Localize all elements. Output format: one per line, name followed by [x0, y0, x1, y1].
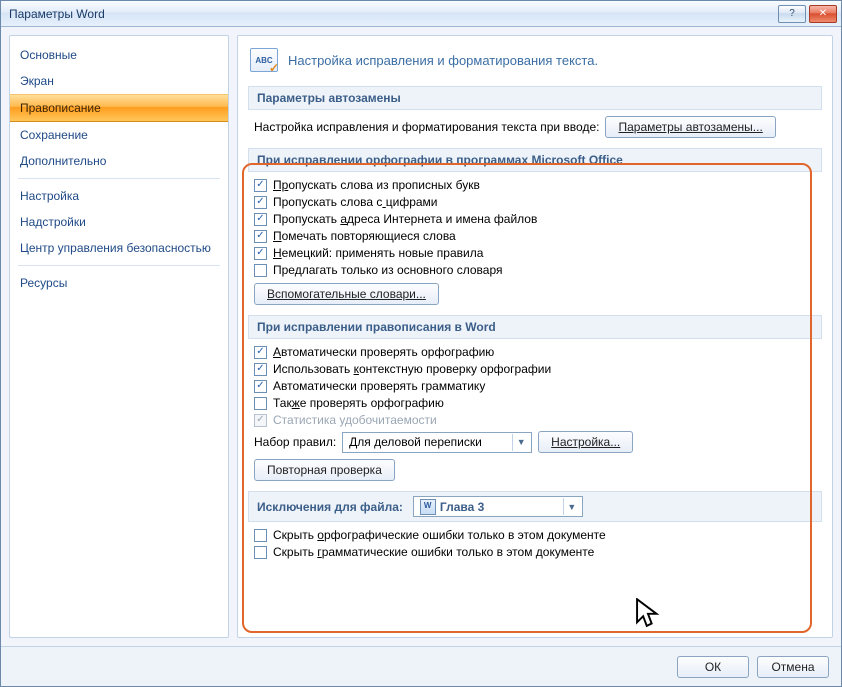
sidebar-item-7[interactable]: Центр управления безопасностью	[10, 235, 228, 261]
spo-label-5: Предлагать только из основного словаря	[273, 263, 502, 277]
chevron-down-icon: ▼	[512, 434, 529, 451]
spo-row-2: ✓ Пропускать адреса Интернета и имена фай…	[254, 212, 822, 226]
spw-row-3: Также проверять орфографию	[254, 396, 822, 410]
sidebar: ОсновныеЭкранПравописаниеСохранениеДопол…	[9, 35, 229, 638]
ok-button[interactable]: ОК	[677, 656, 749, 678]
exceptions-label: Исключения для файла:	[257, 500, 403, 514]
ruleset-dropdown[interactable]: Для деловой переписки ▼	[342, 432, 532, 453]
autocorrect-desc: Настройка исправления и форматирования т…	[254, 120, 599, 134]
spw-checkbox-2[interactable]: ✓	[254, 380, 267, 393]
spw-label-2: Автоматически проверять грамматику	[273, 379, 485, 393]
exc-label-0: Скрыть орфографические ошибки только в э…	[273, 528, 606, 542]
sidebar-item-6[interactable]: Надстройки	[10, 209, 228, 235]
spo-row-5: Предлагать только из основного словаря	[254, 263, 822, 277]
ruleset-label: Набор правил:	[254, 435, 336, 449]
spo-label-3: Помечать повторяющиеся слова	[273, 229, 456, 243]
ruleset-settings-button[interactable]: Настройка...	[538, 431, 633, 453]
sidebar-item-8[interactable]: Ресурсы	[10, 270, 228, 296]
spw-checkbox-0[interactable]: ✓	[254, 346, 267, 359]
exceptions-file-dropdown[interactable]: Глава 3 ▼	[413, 496, 583, 517]
spo-checkbox-3[interactable]: ✓	[254, 230, 267, 243]
section-spelling-word: При исправлении правописания в Word	[248, 315, 822, 339]
spo-row-1: ✓ Пропускать слова с цифрами	[254, 195, 822, 209]
cancel-button[interactable]: Отмена	[757, 656, 829, 678]
autocorrect-row: Настройка исправления и форматирования т…	[254, 116, 822, 138]
spo-row-0: ✓ Пропускать слова из прописных букв	[254, 178, 822, 192]
titlebar: Параметры Word ? ✕	[1, 1, 841, 27]
window-title: Параметры Word	[9, 7, 775, 21]
spo-checkbox-0[interactable]: ✓	[254, 179, 267, 192]
sidebar-item-4[interactable]: Дополнительно	[10, 148, 228, 174]
spo-checkbox-4[interactable]: ✓	[254, 247, 267, 260]
sidebar-separator	[18, 265, 220, 266]
spw-checkbox-3[interactable]	[254, 397, 267, 410]
page-header: ABC Настройка исправления и форматирован…	[248, 44, 822, 82]
spo-label-2: Пропускать адреса Интернета и имена файл…	[273, 212, 537, 226]
exc-checkbox-1[interactable]	[254, 546, 267, 559]
spo-label-1: Пропускать слова с цифрами	[273, 195, 438, 209]
spw-row-0: ✓ Автоматически проверять орфографию	[254, 345, 822, 359]
exc-row-1: Скрыть грамматические ошибки только в эт…	[254, 545, 822, 559]
word-document-icon	[420, 499, 436, 515]
recheck-button[interactable]: Повторная проверка	[254, 459, 395, 481]
ruleset-value: Для деловой переписки	[349, 435, 508, 449]
autocorrect-options-button[interactable]: Параметры автозамены...	[605, 116, 775, 138]
dialog-footer: ОК Отмена	[1, 646, 841, 686]
content-pane: ABC Настройка исправления и форматирован…	[237, 35, 833, 638]
spo-row-3: ✓ Помечать повторяющиеся слова	[254, 229, 822, 243]
spw-checkbox-4: ✓	[254, 414, 267, 427]
spw-row-1: ✓ Использовать контекстную проверку орфог…	[254, 362, 822, 376]
section-exceptions: Исключения для файла: Глава 3 ▼	[248, 491, 822, 522]
spo-row-4: ✓ Немецкий: применять новые правила	[254, 246, 822, 260]
spw-row-4: ✓ Статистика удобочитаемости	[254, 413, 822, 427]
sidebar-separator	[18, 178, 220, 179]
spo-checkbox-1[interactable]: ✓	[254, 196, 267, 209]
chevron-down-icon: ▼	[563, 498, 580, 515]
exceptions-file-value: Глава 3	[440, 500, 559, 514]
spw-label-4: Статистика удобочитаемости	[273, 413, 437, 427]
section-spelling-office: При исправлении орфографии в программах …	[248, 148, 822, 172]
sidebar-item-2[interactable]: Правописание	[10, 94, 228, 122]
spo-checkbox-5[interactable]	[254, 264, 267, 277]
section-autocorrect: Параметры автозамены	[248, 86, 822, 110]
spw-label-3: Также проверять орфографию	[273, 396, 444, 410]
spw-label-1: Использовать контекстную проверку орфогр…	[273, 362, 551, 376]
page-title: Настройка исправления и форматирования т…	[288, 53, 598, 68]
sidebar-item-5[interactable]: Настройка	[10, 183, 228, 209]
mouse-cursor-icon	[634, 598, 662, 632]
spo-checkbox-2[interactable]: ✓	[254, 213, 267, 226]
sidebar-item-1[interactable]: Экран	[10, 68, 228, 94]
sidebar-item-3[interactable]: Сохранение	[10, 122, 228, 148]
spellcheck-icon: ABC	[250, 48, 278, 72]
spo-label-4: Немецкий: применять новые правила	[273, 246, 483, 260]
spw-row-2: ✓ Автоматически проверять грамматику	[254, 379, 822, 393]
spw-checkbox-1[interactable]: ✓	[254, 363, 267, 376]
sidebar-item-0[interactable]: Основные	[10, 42, 228, 68]
ruleset-row: Набор правил: Для деловой переписки ▼ На…	[254, 431, 822, 453]
exc-row-0: Скрыть орфографические ошибки только в э…	[254, 528, 822, 542]
close-button[interactable]: ✕	[809, 5, 837, 23]
spw-label-0: Автоматически проверять орфографию	[273, 345, 494, 359]
custom-dictionaries-button[interactable]: Вспомогательные словари...	[254, 283, 439, 305]
exc-label-1: Скрыть грамматические ошибки только в эт…	[273, 545, 594, 559]
spo-label-0: Пропускать слова из прописных букв	[273, 178, 480, 192]
exc-checkbox-0[interactable]	[254, 529, 267, 542]
help-button[interactable]: ?	[778, 5, 806, 23]
